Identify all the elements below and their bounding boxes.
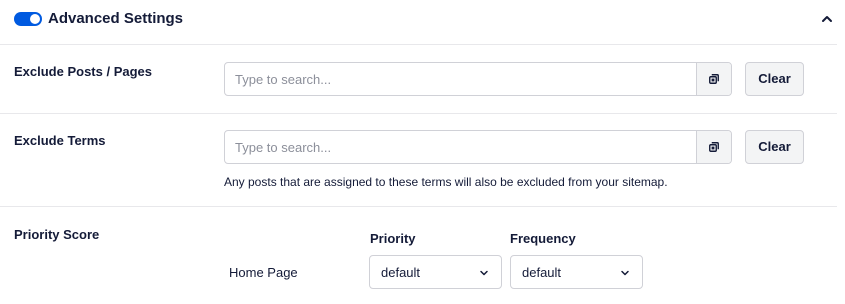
- toggle-knob: [30, 14, 40, 24]
- exclude-terms-label: Exclude Terms: [14, 133, 106, 148]
- priority-column-header: Priority: [370, 231, 416, 246]
- advanced-settings-toggle[interactable]: [14, 12, 42, 26]
- select-value: default: [522, 265, 562, 280]
- divider: [0, 113, 837, 114]
- home-page-label: Home Page: [229, 265, 298, 280]
- chevron-down-icon: [480, 270, 488, 276]
- exclude-posts-label: Exclude Posts / Pages: [14, 64, 153, 79]
- copy-icon: [709, 142, 719, 152]
- exclude-terms-clear-button[interactable]: Clear: [745, 130, 804, 164]
- exclude-terms-addon-button[interactable]: [696, 131, 731, 163]
- divider: [0, 206, 837, 207]
- exclude-posts-addon-button[interactable]: [696, 63, 731, 95]
- chevron-up-icon[interactable]: [820, 12, 834, 26]
- copy-icon: [709, 74, 719, 84]
- exclude-posts-search[interactable]: [224, 62, 732, 96]
- exclude-terms-help-text: Any posts that are assigned to these ter…: [224, 175, 668, 189]
- exclude-posts-clear-button[interactable]: Clear: [745, 62, 804, 96]
- divider: [0, 44, 837, 45]
- exclude-terms-search[interactable]: [224, 130, 732, 164]
- frequency-column-header: Frequency: [510, 231, 576, 246]
- section-title: Advanced Settings: [48, 10, 184, 27]
- chevron-down-icon: [621, 270, 629, 276]
- advanced-settings-header[interactable]: Advanced Settings: [0, 0, 845, 44]
- exclude-posts-search-input[interactable]: [225, 63, 695, 95]
- home-page-priority-select[interactable]: default: [369, 255, 502, 289]
- priority-score-label: Priority Score: [14, 227, 100, 242]
- exclude-terms-search-input[interactable]: [225, 131, 695, 163]
- select-value: default: [381, 265, 421, 280]
- home-page-frequency-select[interactable]: default: [510, 255, 643, 289]
